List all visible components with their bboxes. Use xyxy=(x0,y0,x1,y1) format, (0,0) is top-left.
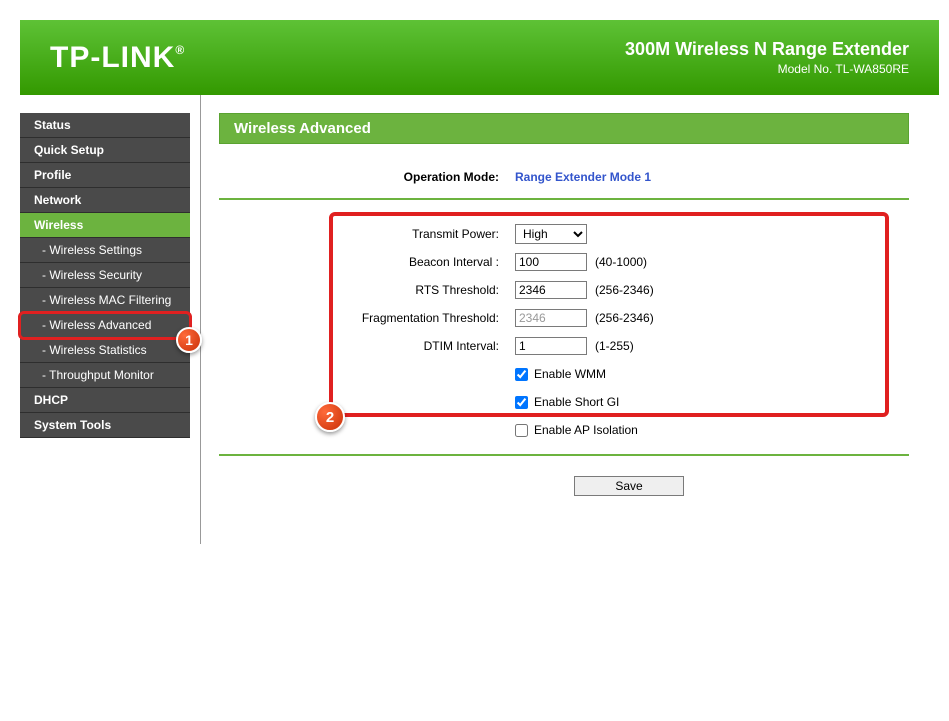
operation-mode-value: Range Extender Mode 1 xyxy=(509,170,909,184)
rts-threshold-label: RTS Threshold: xyxy=(219,283,509,297)
page-title: Wireless Advanced xyxy=(219,113,909,144)
sidebar-item-dhcp[interactable]: DHCP xyxy=(20,388,190,413)
enable-wmm-row[interactable]: Enable WMM xyxy=(515,367,606,381)
dtim-interval-range: (1-255) xyxy=(595,339,634,353)
enable-ap-isolation-checkbox[interactable] xyxy=(515,424,528,437)
beacon-interval-range: (40-1000) xyxy=(595,255,647,269)
enable-short-gi-checkbox[interactable] xyxy=(515,396,528,409)
enable-wmm-checkbox[interactable] xyxy=(515,368,528,381)
frag-threshold-label: Fragmentation Threshold: xyxy=(219,311,509,325)
rts-threshold-range: (256-2346) xyxy=(595,283,654,297)
enable-short-gi-label: Enable Short GI xyxy=(534,395,619,409)
dtim-interval-input[interactable] xyxy=(515,337,587,355)
operation-mode-label: Operation Mode: xyxy=(219,170,509,184)
enable-wmm-label: Enable WMM xyxy=(534,367,606,381)
frag-threshold-range: (256-2346) xyxy=(595,311,654,325)
sidebar-item-network[interactable]: Network xyxy=(20,188,190,213)
sidebar-item-quick-setup[interactable]: Quick Setup xyxy=(20,138,190,163)
annotation-badge-2: 2 xyxy=(315,402,345,432)
sidebar-item-system-tools[interactable]: System Tools xyxy=(20,413,190,438)
sidebar-item-throughput-monitor[interactable]: - Throughput Monitor xyxy=(20,363,190,388)
form-area: 2 Transmit Power: High Beacon Interval :… xyxy=(219,214,909,456)
dtim-interval-label: DTIM Interval: xyxy=(219,339,509,353)
enable-short-gi-row[interactable]: Enable Short GI xyxy=(515,395,619,409)
transmit-power-select[interactable]: High xyxy=(515,224,587,244)
content: Wireless Advanced Operation Mode: Range … xyxy=(200,95,949,544)
annotation-badge-1: 1 xyxy=(176,327,202,353)
logo-text: TP-LINK® xyxy=(50,41,185,75)
save-button[interactable]: Save xyxy=(574,476,684,496)
sidebar-item-profile[interactable]: Profile xyxy=(20,163,190,188)
product-title: 300M Wireless N Range Extender xyxy=(625,39,909,60)
sidebar-item-wireless-security[interactable]: - Wireless Security xyxy=(20,263,190,288)
rts-threshold-input[interactable] xyxy=(515,281,587,299)
sidebar-item-wireless-statistics[interactable]: - Wireless Statistics xyxy=(20,338,190,363)
model-number: Model No. TL-WA850RE xyxy=(625,62,909,76)
operation-mode-row: Operation Mode: Range Extender Mode 1 xyxy=(219,162,909,200)
sidebar-item-wireless-advanced[interactable]: - Wireless Advanced1 xyxy=(20,313,190,338)
header-right: 300M Wireless N Range Extender Model No.… xyxy=(625,39,909,76)
beacon-interval-input[interactable] xyxy=(515,253,587,271)
frag-threshold-input[interactable] xyxy=(515,309,587,327)
enable-ap-isolation-label: Enable AP Isolation xyxy=(534,423,638,437)
sidebar-item-wireless-mac-filtering[interactable]: - Wireless MAC Filtering xyxy=(20,288,190,313)
sidebar-item-status[interactable]: Status xyxy=(20,113,190,138)
sidebar-item-wireless[interactable]: Wireless xyxy=(20,213,190,238)
sidebar-item-wireless-settings[interactable]: - Wireless Settings xyxy=(20,238,190,263)
transmit-power-label: Transmit Power: xyxy=(219,227,509,241)
enable-ap-isolation-row[interactable]: Enable AP Isolation xyxy=(515,423,638,437)
logo: TP-LINK® xyxy=(50,41,185,75)
beacon-interval-label: Beacon Interval : xyxy=(219,255,509,269)
header: TP-LINK® 300M Wireless N Range Extender … xyxy=(0,0,949,95)
sidebar: StatusQuick SetupProfileNetworkWireless-… xyxy=(20,95,190,544)
